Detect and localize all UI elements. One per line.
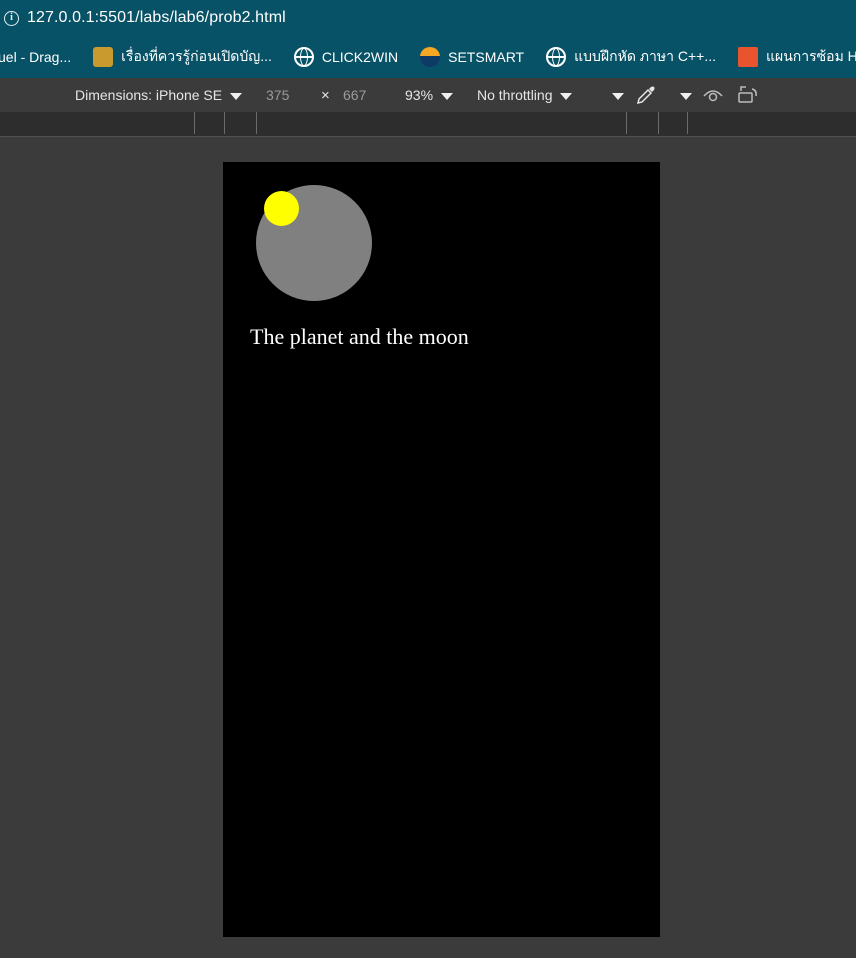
chevron-down-icon xyxy=(441,92,454,100)
bookmark-label: uel - Drag... xyxy=(0,49,72,65)
chevron-down-icon xyxy=(230,92,243,100)
rotate-device-icon[interactable] xyxy=(737,85,759,105)
page-caption: The planet and the moon xyxy=(250,324,469,349)
eyedropper-icon[interactable] xyxy=(635,84,657,106)
globe-icon xyxy=(546,47,567,67)
times-sign: × xyxy=(321,87,330,104)
bookmark-label: แบบฝึกหัด ภาษา C++... xyxy=(574,48,716,64)
throttling-label: No throttling xyxy=(477,87,553,103)
bookmark-item[interactable]: CLICK2WIN xyxy=(293,47,399,67)
globe-icon xyxy=(293,47,314,67)
bookmark-item[interactable]: แผนการซ้อม Hal xyxy=(738,46,856,68)
media-query-ruler xyxy=(0,112,856,137)
zoom-label: 93% xyxy=(405,87,434,103)
info-icon[interactable]: i xyxy=(4,10,19,26)
moon-circle xyxy=(264,191,299,226)
bank-logo-icon xyxy=(93,47,114,67)
bookmark-label: CLICK2WIN xyxy=(321,49,399,65)
height-input[interactable]: 667 xyxy=(343,87,366,103)
zoom-select[interactable]: 93% xyxy=(405,87,454,103)
bookmark-item[interactable]: แบบฝึกหัด ภาษา C++... xyxy=(546,46,716,68)
orange-logo-icon xyxy=(738,47,758,67)
eyedropper-dropdown[interactable] xyxy=(672,87,692,103)
chevron-down-icon xyxy=(612,92,624,100)
url-text[interactable]: 127.0.0.1:5501/labs/lab6/prob2.html xyxy=(27,9,286,27)
dimensions-label: Dimensions: iPhone SE xyxy=(75,87,223,103)
throttling-select[interactable]: No throttling xyxy=(477,87,573,103)
bookmarks-bar: uel - Drag... เรื่องที่ควรรู้ก่อนเปิดบัญ… xyxy=(0,36,856,78)
more-options-dropdown[interactable] xyxy=(604,87,624,103)
width-input[interactable]: 375 xyxy=(266,87,289,103)
chevron-down-icon xyxy=(560,92,573,100)
dimensions-select[interactable]: Dimensions: iPhone SE xyxy=(75,87,243,103)
bookmark-label: SETSMART xyxy=(448,49,525,65)
bookmark-label: เรื่องที่ควรรู้ก่อนเปิดบัญ... xyxy=(121,48,272,64)
address-bar[interactable]: i 127.0.0.1:5501/labs/lab6/prob2.html xyxy=(0,0,856,36)
bookmark-label: แผนการซ้อม Hal xyxy=(766,48,856,64)
bookmark-item[interactable]: เรื่องที่ควรรู้ก่อนเปิดบัญ... xyxy=(93,46,272,68)
device-toolbar: Dimensions: iPhone SE 375 × 667 93% No t… xyxy=(0,78,856,112)
bookmark-item[interactable]: SETSMART xyxy=(420,47,524,67)
eye-icon[interactable] xyxy=(703,87,723,103)
device-viewport: The planet and the moon xyxy=(223,162,660,937)
setsmart-logo-icon xyxy=(420,47,441,67)
chevron-down-icon xyxy=(680,92,692,100)
bookmark-item[interactable]: uel - Drag... xyxy=(0,49,71,65)
